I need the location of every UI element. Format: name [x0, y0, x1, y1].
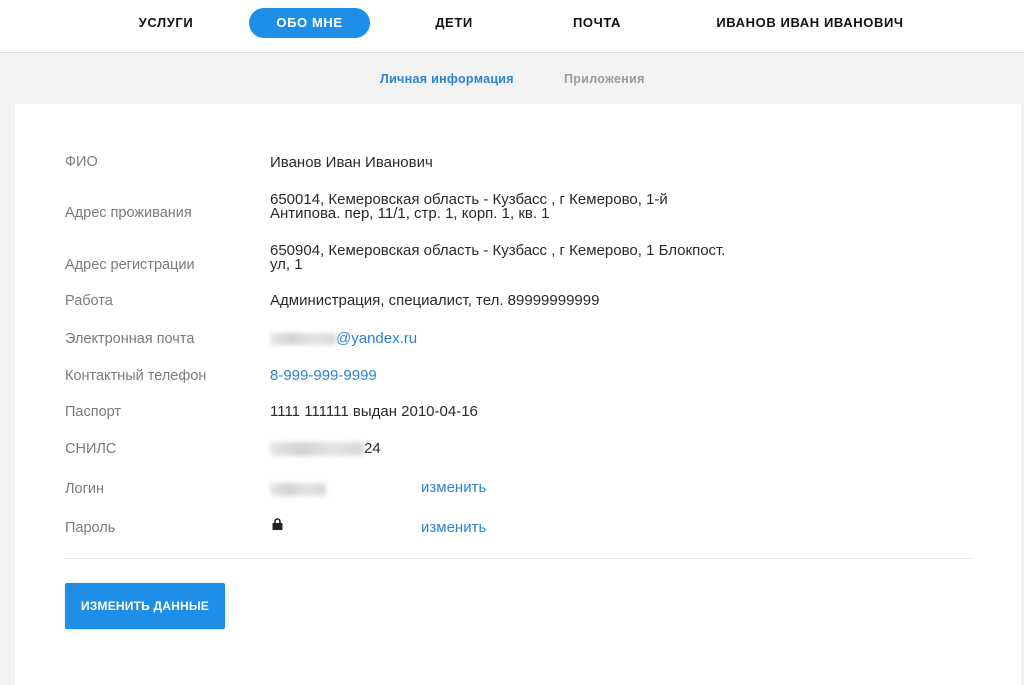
address-reg-line1: 650904, Кемеровская область - Кузбасс , … — [270, 242, 726, 259]
redacted-login — [270, 482, 326, 496]
email-label: Электронная почта — [65, 331, 195, 347]
tab-applications[interactable]: Приложения — [564, 72, 645, 86]
address-reg-value: 650904, Кемеровская область - Кузбасс , … — [270, 242, 790, 273]
change-login-link[interactable]: изменить — [421, 479, 486, 496]
password-label: Пароль — [65, 520, 116, 536]
work-label: Работа — [65, 293, 113, 309]
login-label: Логин — [65, 481, 104, 497]
address-live-line2: Антипова. пер, 11/1, стр. 1, корп. 1, кв… — [270, 205, 550, 222]
email-link[interactable]: @yandex.ru — [336, 330, 417, 347]
nav-user-name[interactable]: ИВАНОВ ИВАН ИВАНОВИЧ — [700, 8, 920, 38]
snils-value: 24 — [270, 440, 790, 458]
snils-visible-digits: 24 — [364, 440, 381, 457]
tab-personal-info[interactable]: Личная информация — [380, 72, 514, 86]
top-navigation: УСЛУГИ ОБО МНЕ ДЕТИ ПОЧТА ИВАНОВ ИВАН ИВ… — [0, 0, 1024, 53]
address-live-label: Адрес проживания — [65, 205, 192, 221]
redacted-snils — [270, 442, 364, 457]
edit-data-button[interactable]: ИЗМЕНИТЬ ДАННЫЕ — [65, 583, 225, 629]
work-value: Администрация, специалист, тел. 89999999… — [270, 292, 600, 309]
snils-label: СНИЛС — [65, 441, 117, 457]
change-password-link[interactable]: изменить — [421, 519, 486, 536]
fio-label: ФИО — [65, 154, 98, 170]
lock-icon — [272, 518, 283, 530]
passport-label: Паспорт — [65, 404, 122, 420]
passport-value: 1111 111111 выдан 2010-04-16 — [270, 403, 478, 420]
phone-link[interactable]: 8-999-999-9999 — [270, 367, 790, 385]
address-live-value: 650014, Кемеровская область - Кузбасс , … — [270, 192, 790, 222]
fio-value: Иванов Иван Иванович — [270, 154, 433, 171]
sub-tabs: Личная информация Приложения — [0, 53, 1024, 103]
nav-services[interactable]: УСЛУГИ — [128, 8, 204, 38]
address-reg-line2: ул, 1 — [270, 256, 303, 273]
nav-about-me[interactable]: ОБО МНЕ — [249, 8, 370, 38]
login-value — [270, 480, 790, 498]
phone-label: Контактный телефон — [65, 368, 207, 384]
email-value: @yandex.ru — [270, 330, 790, 348]
nav-mail[interactable]: ПОЧТА — [562, 8, 632, 38]
divider — [65, 558, 971, 559]
nav-children[interactable]: ДЕТИ — [424, 8, 484, 38]
redacted-email-user — [270, 333, 336, 346]
address-reg-label: Адрес регистрации — [65, 257, 195, 273]
personal-info-card: ФИО Иванов Иван Иванович Адрес проживани… — [15, 104, 1021, 685]
